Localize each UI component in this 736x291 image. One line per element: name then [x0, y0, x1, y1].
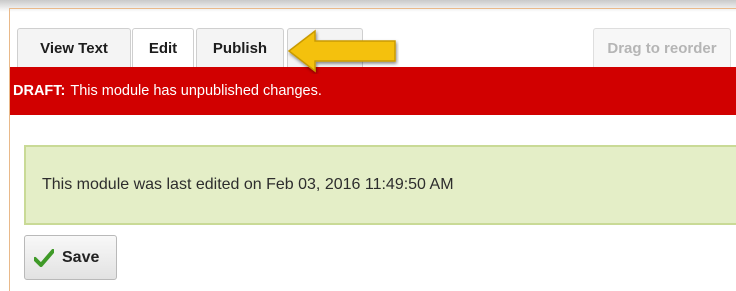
checkmark-icon	[34, 248, 54, 267]
save-label: Save	[62, 248, 100, 266]
tab-publish[interactable]: Publish	[196, 28, 284, 68]
arrow-annotation-icon	[287, 29, 396, 73]
draft-label: DRAFT:	[13, 83, 66, 99]
draft-notice-bar: DRAFT: This module has unpublished chang…	[10, 67, 736, 115]
save-button[interactable]: Save	[24, 235, 117, 280]
draft-message: This module has unpublished changes.	[70, 83, 322, 99]
last-edited-notice: This module was last edited on Feb 03, 2…	[24, 145, 736, 225]
drag-to-reorder-button[interactable]: Drag to reorder	[593, 28, 731, 68]
tab-view-text[interactable]: View Text	[17, 28, 131, 68]
tab-edit[interactable]: Edit	[132, 28, 194, 68]
last-edited-text: This module was last edited on Feb 03, 2…	[42, 176, 454, 193]
